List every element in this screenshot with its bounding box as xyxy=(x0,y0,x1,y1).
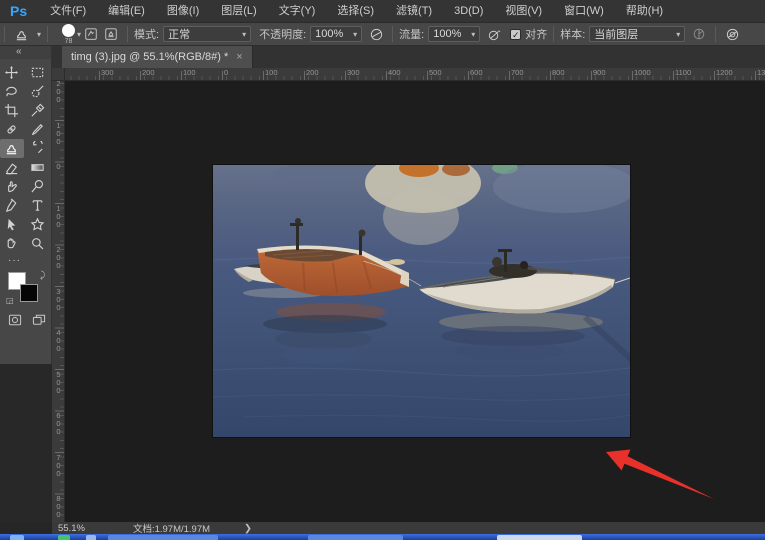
document-tab[interactable]: timg (3).jpg @ 55.1%(RGB/8#) * × xyxy=(62,46,253,68)
menu-select[interactable]: 选择(S) xyxy=(326,0,385,23)
photoshop-logo: Ps xyxy=(0,3,39,19)
rectangular-marquee-tool[interactable] xyxy=(26,63,50,82)
tools-panel-collapse-button[interactable]: « xyxy=(0,46,51,59)
dodge-tool[interactable] xyxy=(26,177,50,196)
chevron-down-icon: ▾ xyxy=(353,30,357,39)
pen-tool[interactable] xyxy=(0,196,24,215)
clone-source-panel-icon[interactable] xyxy=(101,25,121,43)
eraser-tool[interactable] xyxy=(0,158,24,177)
menu-layer[interactable]: 图层(L) xyxy=(210,0,267,23)
taskbar-app-icon[interactable] xyxy=(86,535,96,540)
mode-label: 模式: xyxy=(134,26,159,42)
photo-boats-image[interactable] xyxy=(213,165,630,437)
clone-stamp-tool[interactable] xyxy=(0,139,24,158)
tool-preset-picker[interactable]: ▾ xyxy=(11,25,41,43)
brush-tip-icon xyxy=(62,24,75,37)
windows-taskbar[interactable] xyxy=(0,534,765,540)
custom-shape-tool[interactable] xyxy=(26,215,50,234)
menu-image[interactable]: 图像(I) xyxy=(156,0,210,23)
color-swatches: ⤸ ◲ xyxy=(6,270,51,310)
menu-file[interactable]: 文件(F) xyxy=(39,0,97,23)
screen-mode-icon[interactable] xyxy=(32,314,46,329)
flow-dropdown[interactable]: 100% ▾ xyxy=(428,26,480,42)
chevron-down-icon: ▾ xyxy=(676,30,680,39)
taskbar-window-button[interactable] xyxy=(497,535,582,540)
tool-options-bar: ▾ 78 ▾ 模式: 正常 ▾ 不透明度: 100% ▾ xyxy=(0,23,765,46)
airbrush-icon[interactable] xyxy=(484,25,504,43)
brush-settings-panel-icon[interactable] xyxy=(81,25,101,43)
photoshop-window: Ps 文件(F) 编辑(E) 图像(I) 图层(L) 文字(Y) 选择(S) 滤… xyxy=(0,0,765,540)
default-colors-icon[interactable]: ◲ xyxy=(6,296,14,305)
menu-3d[interactable]: 3D(D) xyxy=(443,0,494,23)
taskbar-window-button[interactable] xyxy=(308,535,403,540)
status-bar-left-gap xyxy=(0,522,52,534)
opacity-dropdown[interactable]: 100% ▾ xyxy=(310,26,362,42)
ruler-origin-corner xyxy=(52,68,65,81)
status-options-chevron[interactable]: ❯ xyxy=(244,523,252,534)
menu-view[interactable]: 视图(V) xyxy=(494,0,553,23)
document-size-info: 文档:1.97M/1.97M xyxy=(133,521,210,535)
smudge-tool[interactable] xyxy=(0,177,24,196)
close-icon[interactable]: × xyxy=(236,51,242,63)
zoom-level-field[interactable]: 55.1% xyxy=(52,523,93,534)
menu-help[interactable]: 帮助(H) xyxy=(615,0,674,23)
sample-dropdown[interactable]: 当前图层 ▾ xyxy=(589,26,685,42)
chevron-down-icon: ▾ xyxy=(242,30,246,39)
document-tab-bar: timg (3).jpg @ 55.1%(RGB/8#) * × xyxy=(52,46,765,68)
menu-type[interactable]: 文字(Y) xyxy=(268,0,327,23)
mode-dropdown[interactable]: 正常 ▾ xyxy=(163,26,251,42)
spot-healing-brush-tool[interactable] xyxy=(0,120,24,139)
tools-panel: « xyxy=(0,46,52,364)
chevron-down-icon: ▾ xyxy=(471,30,475,39)
taskbar-window-button[interactable] xyxy=(108,535,218,540)
brush-preset-picker[interactable]: 78 xyxy=(62,24,75,45)
brush-tool[interactable] xyxy=(26,120,50,139)
menu-window[interactable]: 窗口(W) xyxy=(553,0,615,23)
quick-selection-tool[interactable] xyxy=(26,82,50,101)
ignore-adjustment-layers-icon[interactable] xyxy=(689,25,709,43)
sample-label: 样本: xyxy=(560,26,585,42)
lasso-tool[interactable] xyxy=(0,82,24,101)
background-color-swatch[interactable] xyxy=(20,284,38,302)
edit-toolbar-button[interactable]: ··· xyxy=(0,253,51,266)
flow-label: 流量: xyxy=(399,26,424,42)
horizontal-ruler[interactable]: 3002001000100200300400500600700800900100… xyxy=(65,68,765,81)
zoom-tool[interactable] xyxy=(26,234,50,253)
taskbar-app-icon[interactable] xyxy=(58,535,70,540)
move-tool[interactable] xyxy=(0,63,24,82)
tool-grid xyxy=(0,63,51,253)
align-option[interactable]: ✓ 对齐 xyxy=(510,26,547,42)
menu-edit[interactable]: 编辑(E) xyxy=(97,0,156,23)
menu-filter[interactable]: 滤镜(T) xyxy=(385,0,443,23)
chevron-down-icon: ▾ xyxy=(37,30,41,39)
gradient-tool[interactable] xyxy=(26,158,50,177)
horizontal-type-tool[interactable] xyxy=(26,196,50,215)
status-bar: 55.1% 文档:1.97M/1.97M ❯ xyxy=(0,522,765,534)
menu-bar: Ps 文件(F) 编辑(E) 图像(I) 图层(L) 文字(Y) 选择(S) 滤… xyxy=(0,0,765,23)
pressure-opacity-icon[interactable] xyxy=(366,25,386,43)
opacity-label: 不透明度: xyxy=(259,26,306,42)
brush-size-value: 78 xyxy=(65,38,73,45)
clone-stamp-preset-icon xyxy=(11,25,31,43)
document-title: timg (3).jpg @ 55.1%(RGB/8#) * xyxy=(71,51,228,63)
taskbar-start-icon[interactable] xyxy=(10,535,24,540)
history-brush-tool[interactable] xyxy=(26,139,50,158)
swap-colors-icon[interactable]: ⤸ xyxy=(40,270,45,281)
eyedropper-tool[interactable] xyxy=(26,101,50,120)
path-selection-tool[interactable] xyxy=(0,215,24,234)
canvas-area[interactable] xyxy=(65,81,765,522)
quick-mask-mode-icon[interactable] xyxy=(8,314,22,329)
vertical-ruler[interactable]: 2001000100200300400500600700800 xyxy=(52,81,65,522)
align-label: 对齐 xyxy=(525,26,547,42)
pressure-size-icon[interactable] xyxy=(722,25,742,43)
hand-tool[interactable] xyxy=(0,234,24,253)
align-checkbox[interactable]: ✓ xyxy=(510,29,521,40)
crop-tool[interactable] xyxy=(0,101,24,120)
